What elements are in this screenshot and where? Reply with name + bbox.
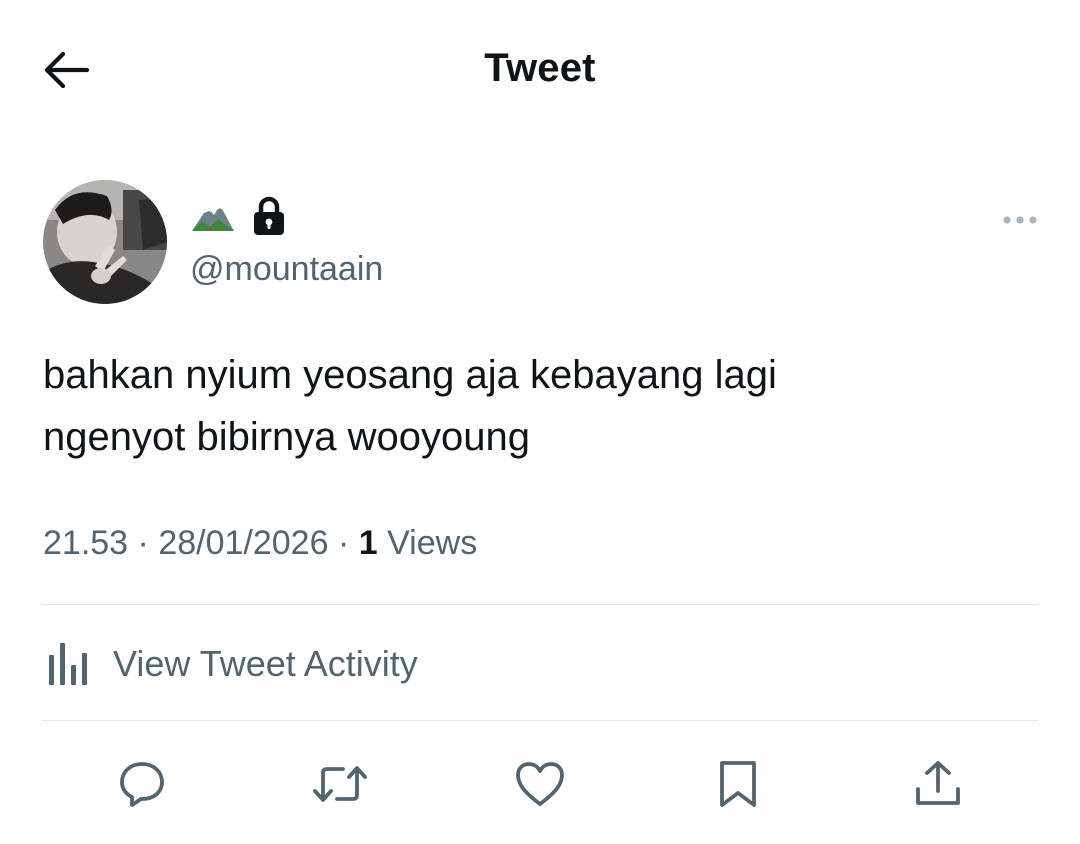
views-label: Views — [387, 524, 478, 562]
view-tweet-activity-button[interactable]: View Tweet Activity — [43, 636, 418, 692]
tweet-text-line: ngenyot bibirnya wooyoung — [43, 415, 531, 459]
view-tweet-activity-label: View Tweet Activity — [113, 643, 418, 684]
views-count: 1 — [358, 524, 378, 562]
tweet-detail-screen: Tweet @mountaain bahkan nyium yeosang aj… — [0, 0, 1080, 844]
reply-icon — [120, 762, 164, 807]
meta-separator: · — [337, 524, 350, 562]
tweet-metadata: 21.53 · 28/01/2026 · 1 Views — [43, 524, 477, 563]
lock-icon — [254, 196, 284, 235]
bookmark-button[interactable] — [706, 752, 770, 816]
avatar[interactable] — [43, 180, 167, 304]
tweet-text-line: bahkan nyium yeosang aja kebayang lagi — [43, 353, 777, 397]
tweet-text: bahkan nyium yeosang aja kebayang lagi n… — [43, 344, 1003, 468]
avatar-photo — [43, 180, 167, 304]
share-icon — [916, 761, 960, 805]
bar-chart-icon — [49, 643, 87, 685]
author-handle[interactable]: @mountaain — [190, 250, 383, 289]
reply-button[interactable] — [110, 752, 174, 816]
tweet-time[interactable]: 21.53 — [43, 524, 128, 562]
page-title: Tweet — [484, 46, 596, 90]
bookmark-icon — [720, 761, 756, 807]
tweet-action-bar — [0, 752, 1080, 816]
mountain-emoji-icon — [192, 205, 234, 231]
retweet-icon — [313, 766, 367, 802]
more-options-button[interactable] — [1000, 206, 1040, 234]
author-name-row[interactable] — [190, 194, 286, 238]
like-button[interactable] — [508, 752, 572, 816]
more-horizontal-icon — [1003, 216, 1037, 224]
meta-separator: · — [137, 524, 149, 562]
tweet-date[interactable]: 28/01/2026 — [158, 524, 328, 562]
retweet-button[interactable] — [308, 752, 372, 816]
share-button[interactable] — [906, 752, 970, 816]
heart-icon — [516, 762, 564, 806]
divider — [42, 720, 1038, 721]
divider — [42, 604, 1038, 605]
